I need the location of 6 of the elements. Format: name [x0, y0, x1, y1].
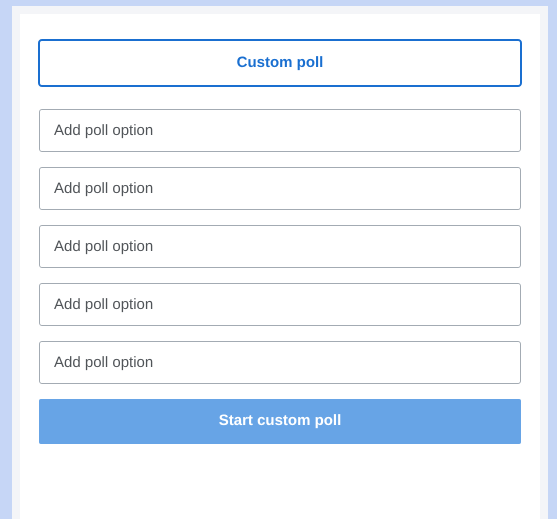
poll-option-field[interactable]: Add poll option [39, 283, 521, 326]
poll-option-field[interactable]: Add poll option [39, 225, 521, 268]
poll-option-field[interactable]: Add poll option [39, 341, 521, 384]
poll-option-field[interactable]: Add poll option [39, 109, 521, 152]
poll-option-field[interactable]: Add poll option [39, 167, 521, 210]
custom-poll-button[interactable]: Custom poll [38, 39, 522, 87]
